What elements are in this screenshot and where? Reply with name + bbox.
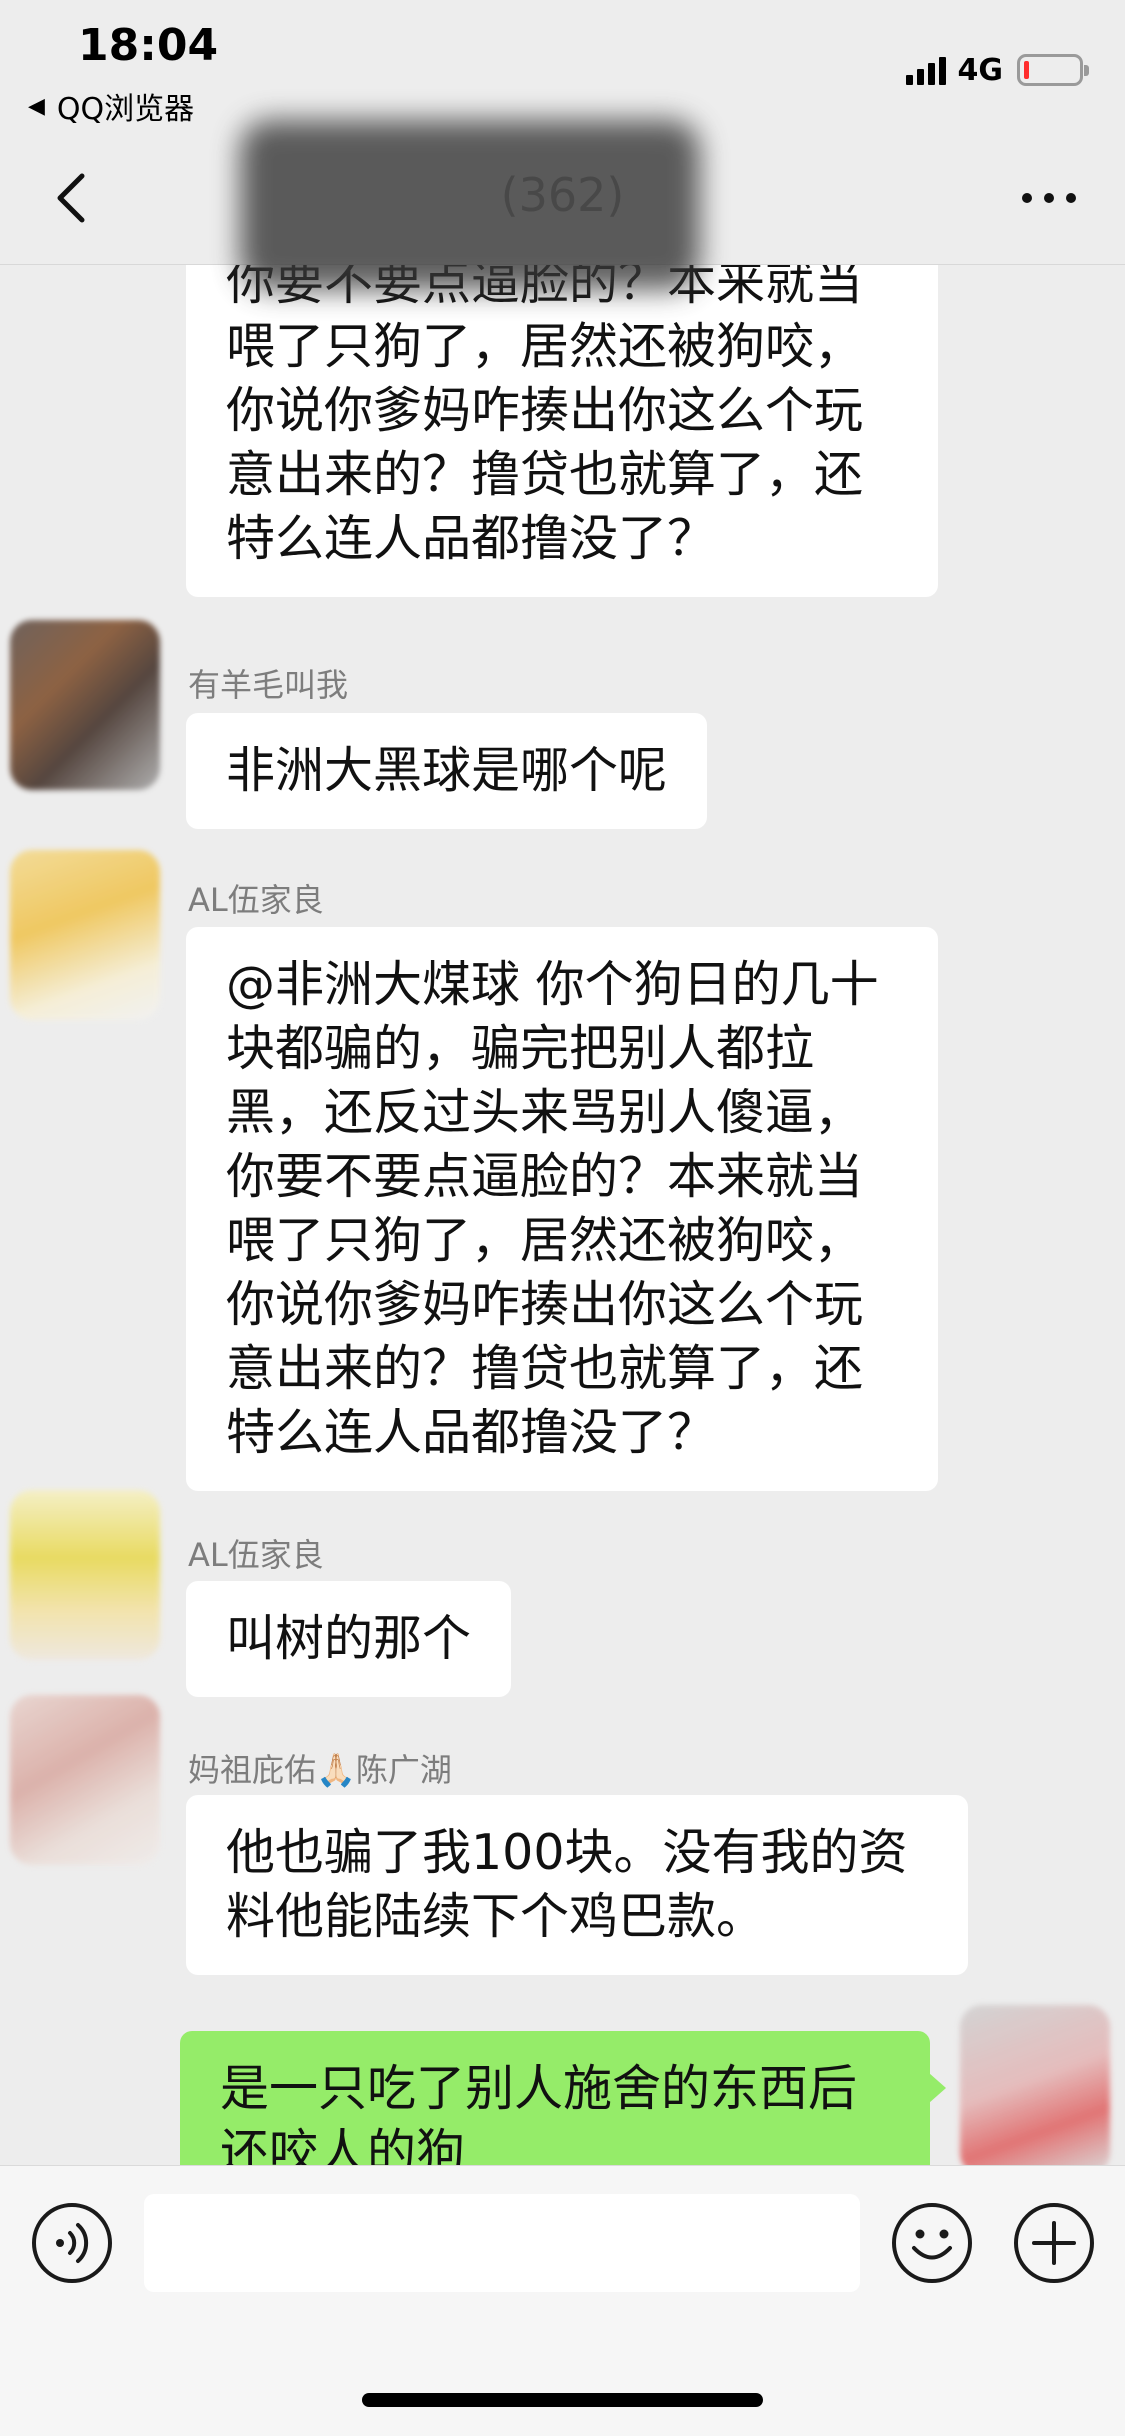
message-text: 是一只吃了别人施舍的东西后 [220,2060,858,2117]
status-time: 18:04 [78,20,219,71]
message-text: 特么连人品都撸没了？ [226,510,717,567]
chat-header: (362) [0,120,1125,290]
message-text: 料他能陆续下个鸡巴款。 [226,1888,766,1945]
status-bar: 18:04 ◀ QQ浏览器 4G [0,0,1125,130]
battery-icon [1017,54,1089,86]
message-text: 喂了只狗了，居然还被狗咬， [226,1212,864,1269]
message-bubble[interactable]: 叫树的那个 [186,1581,512,1697]
avatar[interactable] [10,1695,160,1865]
back-to-app-link[interactable]: ◀ QQ浏览器 [28,84,194,128]
battery-level [1024,61,1029,79]
message-input[interactable] [144,2194,860,2292]
message-bubble[interactable]: 你要不要点逼脸的？本来就当 喂了只狗了，居然还被狗咬， 你说你爹妈咋揍出你这么个… [186,265,938,597]
message-text: 叫树的那个 [226,1610,472,1667]
emoji-icon[interactable] [890,2201,974,2285]
message-bubble[interactable]: 非洲大黑球是哪个呢 [186,713,708,829]
avatar[interactable] [10,850,160,1020]
avatar[interactable] [10,620,160,790]
message-text: 非洲大黑球是哪个呢 [226,742,668,799]
home-indicator[interactable] [362,2393,763,2407]
message-text: 你说你爹妈咋揍出你这么个玩 [226,1276,864,1333]
plus-icon[interactable] [1012,2201,1096,2285]
back-app-label: QQ浏览器 [56,92,195,127]
redacted-group-name [240,120,700,290]
message-text: 还咬人的狗 [220,2124,466,2165]
network-type: 4G [957,52,1004,88]
voice-icon[interactable] [30,2201,114,2285]
more-dots-icon[interactable] [1009,158,1089,238]
status-indicators: 4G [902,52,1089,88]
message-text: 你要不要点逼脸的？本来就当 [226,1148,864,1205]
avatar[interactable] [10,1490,160,1660]
message-text: 他也骗了我100块。没有我的资 [226,1824,908,1881]
message-bubble[interactable]: @非洲大煤球 你个狗日的几十 块都骗的，骗完把别人都拉 黑，还反过头来骂别人傻逼… [186,927,938,1491]
sender-name: 有羊毛叫我 [188,666,349,704]
message-text: 意出来的？撸贷也就算了，还 [226,1340,864,1397]
message-text: 特么连人品都撸没了？ [226,1404,717,1461]
back-triangle-icon: ◀ [28,93,45,119]
sender-name: AL伍家良 [188,1536,324,1574]
my-message-bubble[interactable]: 是一只吃了别人施舍的东西后 还咬人的狗 [180,2031,946,2165]
message-text: @非洲大煤球 你个狗日的几十 [226,956,879,1013]
message-text: 你说你爹妈咋揍出你这么个玩 [226,382,864,439]
message-text: 喂了只狗了，居然还被狗咬， [226,318,864,375]
message-text: 黑，还反过头来骂别人傻逼， [226,1084,864,1141]
sender-name: AL伍家良 [188,881,324,919]
sender-name: 妈祖庇佑🙏🏻陈广湖 [188,1751,452,1789]
my-avatar[interactable] [960,2005,1110,2165]
message-text: 块都骗的，骗完把别人都拉 [226,1020,815,1077]
message-list[interactable]: 你要不要点逼脸的？本来就当 喂了只狗了，居然还被狗咬， 你说你爹妈咋揍出你这么个… [0,265,1125,2165]
message-text: 意出来的？撸贷也就算了，还 [226,446,864,503]
signal-icon [902,55,946,85]
message-bubble[interactable]: 他也骗了我100块。没有我的资 料他能陆续下个鸡巴款。 [186,1795,968,1975]
